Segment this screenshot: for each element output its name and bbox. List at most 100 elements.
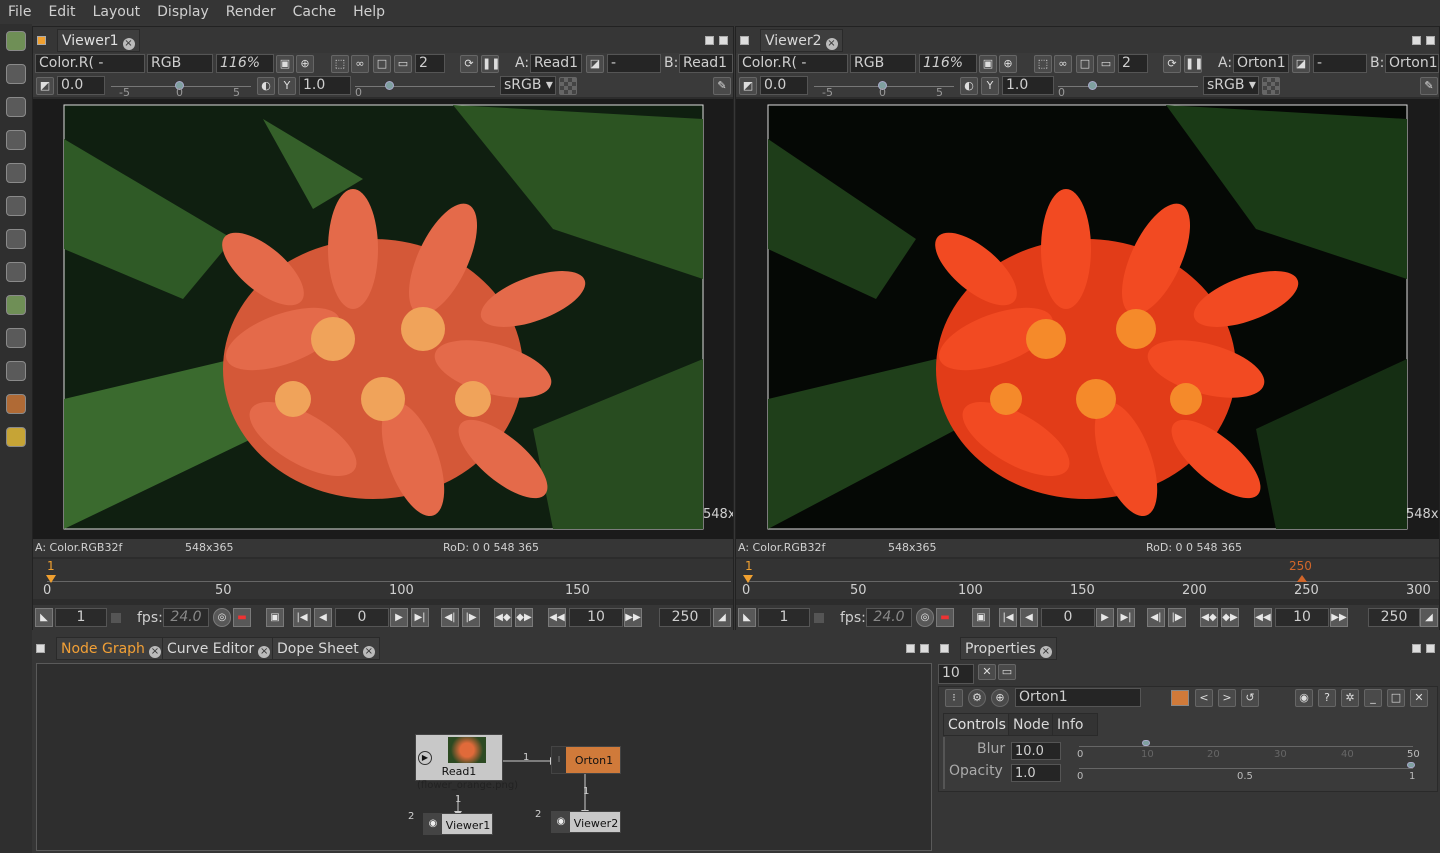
turbo-icon[interactable]: ◎: [213, 608, 231, 627]
tab-properties[interactable]: Properties ×: [960, 637, 1057, 660]
keyer-icon[interactable]: [6, 229, 26, 249]
frame-start-field[interactable]: 1: [55, 608, 107, 627]
gamma-slider-track[interactable]: [355, 86, 495, 87]
pane-menu-icon[interactable]: [940, 644, 949, 653]
clip-icon[interactable]: □: [1076, 55, 1094, 73]
lock-icon[interactable]: ▣: [979, 55, 997, 73]
blur-field[interactable]: 10.0: [1011, 742, 1061, 760]
link-icon[interactable]: ∞: [1054, 55, 1072, 73]
proxy-icon[interactable]: ▭: [394, 55, 412, 73]
gamma-slider-knob[interactable]: [1088, 81, 1097, 90]
help-icon[interactable]: ?: [1318, 689, 1336, 707]
float-icon[interactable]: [705, 36, 714, 45]
transform-icon[interactable]: [6, 196, 26, 216]
zoom-select[interactable]: 116%: [216, 54, 274, 73]
lock-playback-icon[interactable]: ▣: [972, 608, 990, 627]
ofx-icon[interactable]: [6, 394, 26, 414]
viewer2-node[interactable]: ◉ Viewer2: [551, 811, 621, 833]
orton1-node[interactable]: ⁝ Orton1: [551, 746, 621, 774]
gamma-slider-track[interactable]: [1058, 86, 1198, 87]
close-icon[interactable]: ×: [122, 38, 135, 50]
gain-toggle-icon[interactable]: ◩: [36, 77, 54, 95]
merge-icon[interactable]: [6, 262, 26, 282]
frame-start-field[interactable]: 1: [758, 608, 810, 627]
last-frame-icon[interactable]: ▶|: [411, 608, 429, 627]
fps-field[interactable]: 24.0: [866, 608, 912, 627]
refresh-icon[interactable]: ⟳: [1163, 55, 1181, 73]
render-icon[interactable]: ▬: [233, 608, 251, 627]
gamma-toggle-icon[interactable]: ◐: [257, 77, 275, 95]
menu-edit[interactable]: Edit: [48, 4, 75, 20]
prev-incr-icon[interactable]: ◀◆: [1200, 608, 1218, 627]
channels-select[interactable]: RGB: [850, 54, 916, 73]
tab-viewer1[interactable]: Viewer1 ×: [57, 29, 140, 52]
layer-select[interactable]: Color.R( -: [738, 54, 848, 73]
settings-icon[interactable]: ✲: [1341, 689, 1359, 707]
redo-icon[interactable]: >: [1218, 689, 1236, 707]
input-a-select[interactable]: Orton1: [1233, 54, 1289, 73]
undo-icon[interactable]: <: [1195, 689, 1213, 707]
tab-viewer2[interactable]: Viewer2 ×: [760, 29, 843, 52]
gamma-toggle-icon[interactable]: ◐: [960, 77, 978, 95]
crosshair-icon[interactable]: ⊕: [296, 55, 314, 73]
other-icon[interactable]: [6, 361, 26, 381]
loop-checkbox[interactable]: [814, 613, 824, 623]
channels-select[interactable]: RGB: [147, 54, 213, 73]
opacity-slider-knob[interactable]: [1407, 762, 1415, 768]
in-point-icon[interactable]: ◣: [35, 608, 53, 627]
blur-slider-knob[interactable]: [1142, 740, 1150, 746]
read1-node[interactable]: ▶ Read1: [415, 734, 503, 781]
frame-end-field[interactable]: 250: [659, 608, 711, 627]
luminance-button[interactable]: Y: [278, 77, 296, 95]
add-icon[interactable]: ⊕: [991, 689, 1009, 707]
prev-key-icon[interactable]: ◀|: [1147, 608, 1165, 627]
prev-incr-icon[interactable]: ◀◆: [494, 608, 512, 627]
channel-icon[interactable]: [6, 97, 26, 117]
checkerboard-icon[interactable]: [559, 77, 577, 95]
pin-icon[interactable]: ✎: [713, 77, 731, 95]
zoom-select[interactable]: 116%: [919, 54, 977, 73]
filter-icon[interactable]: [6, 163, 26, 183]
frame-end-field[interactable]: 250: [1368, 608, 1420, 627]
tab-controls[interactable]: Controls: [943, 713, 1011, 736]
float-icon[interactable]: [906, 644, 915, 653]
fast-forward-icon[interactable]: ▶▶: [1330, 608, 1348, 627]
menu-help[interactable]: Help: [353, 4, 385, 20]
turbo-icon[interactable]: ◎: [916, 608, 934, 627]
prev-key-icon[interactable]: ◀|: [441, 608, 459, 627]
tab-curve-editor[interactable]: Curve Editor ×: [162, 637, 276, 660]
crosshair-icon[interactable]: ⊕: [999, 55, 1017, 73]
composite-icon[interactable]: ◪: [586, 55, 604, 73]
menu-display[interactable]: Display: [157, 4, 209, 20]
region-icon[interactable]: ⬚: [1034, 55, 1052, 73]
extra-icon[interactable]: [6, 427, 26, 447]
viewer1-timeline[interactable]: 1 0 50 100 150: [33, 559, 733, 599]
end-marker[interactable]: [1297, 575, 1307, 582]
next-key-icon[interactable]: |▶: [462, 608, 480, 627]
clip-icon[interactable]: □: [373, 55, 391, 73]
pane-menu-icon[interactable]: [740, 36, 749, 45]
menu-cache[interactable]: Cache: [293, 4, 337, 20]
pin-icon[interactable]: ✎: [1420, 77, 1438, 95]
skip-field[interactable]: 10: [1275, 608, 1329, 627]
tab-node-graph[interactable]: Node Graph ×: [56, 637, 166, 660]
close-icon[interactable]: ×: [362, 646, 375, 658]
gear-icon[interactable]: ⚙: [968, 689, 986, 707]
gain-field[interactable]: 0.0: [57, 76, 105, 95]
opacity-field[interactable]: 1.0: [1011, 764, 1061, 782]
node-name-field[interactable]: Orton1: [1015, 688, 1141, 707]
next-incr-icon[interactable]: ◆▶: [515, 608, 533, 627]
current-frame-field[interactable]: 0: [335, 608, 389, 627]
opacity-slider-track[interactable]: [1079, 768, 1413, 769]
menu-file[interactable]: File: [8, 4, 31, 20]
first-frame-icon[interactable]: |◀: [999, 608, 1017, 627]
playhead-marker[interactable]: [46, 575, 56, 583]
float-icon[interactable]: [1412, 644, 1421, 653]
play-icon[interactable]: ▶: [390, 608, 408, 627]
minimize-panels-icon[interactable]: ▭: [998, 664, 1016, 680]
minimize-icon[interactable]: _: [1364, 689, 1382, 707]
next-key-icon[interactable]: |▶: [1168, 608, 1186, 627]
in-point-icon[interactable]: ◣: [738, 608, 756, 627]
lock-icon[interactable]: ▣: [276, 55, 294, 73]
gamma-slider-knob[interactable]: [385, 81, 394, 90]
